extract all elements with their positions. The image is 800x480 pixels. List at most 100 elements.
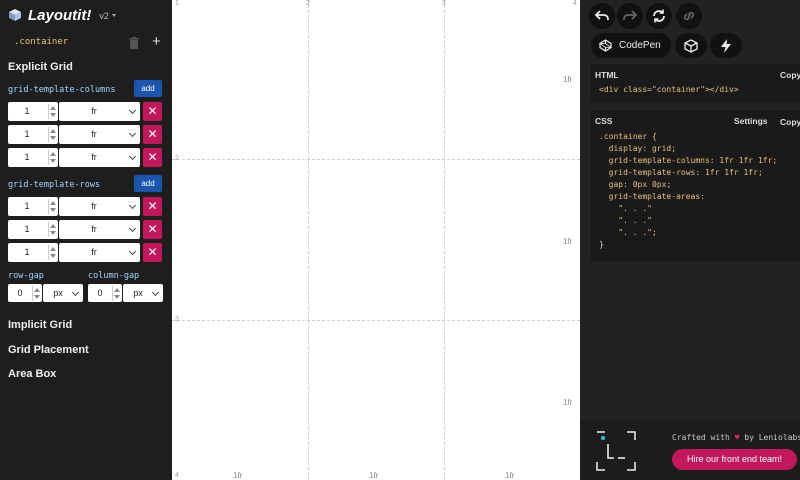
column-unit-select[interactable]: fr	[59, 102, 140, 121]
column-unit-select[interactable]: fr	[59, 148, 140, 167]
codepen-icon	[599, 39, 612, 52]
app-version[interactable]: v2	[99, 11, 109, 21]
link-icon	[683, 11, 695, 21]
css-code-line: .container {	[599, 132, 657, 141]
hire-team-button[interactable]: Hire our front end team!	[672, 449, 797, 470]
heart-icon: ♥	[734, 433, 740, 442]
trash-icon[interactable]	[127, 36, 141, 50]
spinner-icon[interactable]	[48, 222, 56, 237]
column-line-number: 3	[442, 0, 446, 7]
add-container-plus-icon[interactable]: +	[152, 33, 161, 50]
remove-row-button[interactable]: ✕	[143, 197, 162, 216]
grid-template-rows-label: grid-template-rows	[8, 180, 101, 190]
reset-button[interactable]	[646, 3, 672, 29]
explicit-grid-title[interactable]: Explicit Grid	[8, 61, 73, 73]
cube-logo-icon	[9, 9, 21, 21]
remove-row-button[interactable]: ✕	[143, 243, 162, 262]
spinner-icon[interactable]	[48, 150, 56, 165]
spinner-icon[interactable]	[48, 127, 56, 142]
copy-html-button[interactable]: Copy	[780, 70, 800, 80]
row-gap-unit-select[interactable]: px	[43, 284, 83, 302]
spinner-icon[interactable]	[48, 104, 56, 119]
row-size-input[interactable]: 1	[8, 197, 58, 216]
implicit-grid-section[interactable]: Implicit Grid	[8, 319, 72, 331]
codesandbox-icon	[684, 39, 698, 53]
grid-line-horizontal	[172, 320, 580, 321]
grid-placement-section[interactable]: Grid Placement	[8, 344, 89, 356]
row-size-input[interactable]: 1	[8, 220, 58, 239]
column-track-row: 1 fr ✕	[8, 148, 162, 167]
row-unit-select[interactable]: fr	[59, 243, 140, 262]
column-gap-label: column-gap	[88, 271, 140, 281]
css-code-line: grid-template-rows: 1fr 1fr 1fr;	[599, 168, 763, 177]
row-track-label: 1fr	[563, 237, 573, 246]
css-code-line: grid-template-areas:	[599, 192, 705, 201]
column-gap-input[interactable]: 0	[88, 284, 122, 302]
column-track-row: 1 fr ✕	[8, 125, 162, 144]
row-track-row: 1 fr ✕	[8, 243, 162, 262]
remove-column-button[interactable]: ✕	[143, 148, 162, 167]
remove-row-button[interactable]: ✕	[143, 220, 162, 239]
stackblitz-button[interactable]	[710, 33, 742, 58]
row-size-input[interactable]: 1	[8, 243, 58, 262]
add-column-button[interactable]: add	[134, 80, 162, 97]
grid-template-columns-label: grid-template-columns	[8, 85, 116, 95]
column-track-label: 1fr	[505, 471, 515, 480]
app-logo[interactable]: Layoutit! v2	[8, 6, 116, 24]
spinner-icon[interactable]	[48, 199, 56, 214]
column-size-input[interactable]: 1	[8, 125, 58, 144]
column-line-number: 1	[175, 0, 179, 7]
html-panel-title: HTML	[595, 70, 619, 80]
undo-icon	[594, 10, 609, 20]
chevron-down-icon	[128, 129, 137, 138]
css-code-panel: CSS Settings Copy .container { display: …	[591, 111, 800, 261]
grid-line-horizontal	[172, 159, 580, 160]
column-unit-select[interactable]: fr	[59, 125, 140, 144]
remove-column-button[interactable]: ✕	[143, 125, 162, 144]
row-track-row: 1 fr ✕	[8, 197, 162, 216]
column-size-input[interactable]: 1	[8, 148, 58, 167]
add-row-button[interactable]: add	[134, 175, 162, 192]
leniolabs-logo-icon[interactable]	[595, 431, 637, 471]
area-box-section[interactable]: Area Box	[8, 368, 56, 380]
redo-button[interactable]	[617, 3, 643, 29]
copy-css-button[interactable]: Copy	[780, 117, 800, 127]
css-code-line: grid-template-columns: 1fr 1fr 1fr;	[599, 156, 778, 165]
undo-button[interactable]	[589, 3, 615, 29]
row-track-label: 1fr	[563, 75, 573, 84]
share-link-button[interactable]	[676, 3, 702, 29]
column-track-label: 1fr	[369, 471, 379, 480]
css-code-line: ". . .";	[599, 228, 657, 237]
right-panel: CodePen HTML Copy <div class="container"…	[580, 0, 800, 480]
refresh-icon	[653, 9, 665, 23]
codepen-label: CodePen	[619, 40, 661, 51]
row-line-number: 3	[175, 316, 179, 323]
row-unit-select[interactable]: fr	[59, 220, 140, 239]
remove-column-button[interactable]: ✕	[143, 102, 162, 121]
row-gap-input[interactable]: 0	[8, 284, 42, 302]
column-size-input[interactable]: 1	[8, 102, 58, 121]
row-unit-select[interactable]: fr	[59, 197, 140, 216]
chevron-down-icon	[128, 152, 137, 161]
chevron-down-icon	[128, 201, 137, 210]
spinner-icon[interactable]	[32, 286, 40, 301]
container-name[interactable]: .container	[14, 37, 68, 47]
column-track-row: 1 fr ✕	[8, 102, 162, 121]
grid-canvas[interactable]: 1 2 3 4 2 3 4 1fr 1fr 1fr 1fr 1fr 1fr	[172, 0, 580, 480]
css-code-line: ". . ."	[599, 216, 652, 225]
column-track-label: 1fr	[233, 471, 243, 480]
chevron-down-icon	[128, 106, 137, 115]
footer: Crafted with ♥ by Leniolabs_ Hire our fr…	[580, 420, 800, 480]
column-gap-unit-select[interactable]: px	[123, 284, 163, 302]
settings-button[interactable]: Settings	[734, 116, 768, 126]
codepen-button[interactable]: CodePen	[591, 33, 671, 58]
container-selector[interactable]: .container +	[0, 32, 172, 54]
spinner-icon[interactable]	[112, 286, 120, 301]
left-sidebar: Layoutit! v2 .container + Explicit Grid …	[0, 0, 172, 480]
grid-line-vertical	[308, 0, 309, 480]
codesandbox-button[interactable]	[675, 33, 707, 58]
app-name: Layoutit!	[28, 6, 92, 24]
row-track-label: 1fr	[563, 398, 573, 407]
spinner-icon[interactable]	[48, 245, 56, 260]
row-line-number: 4	[175, 472, 179, 479]
